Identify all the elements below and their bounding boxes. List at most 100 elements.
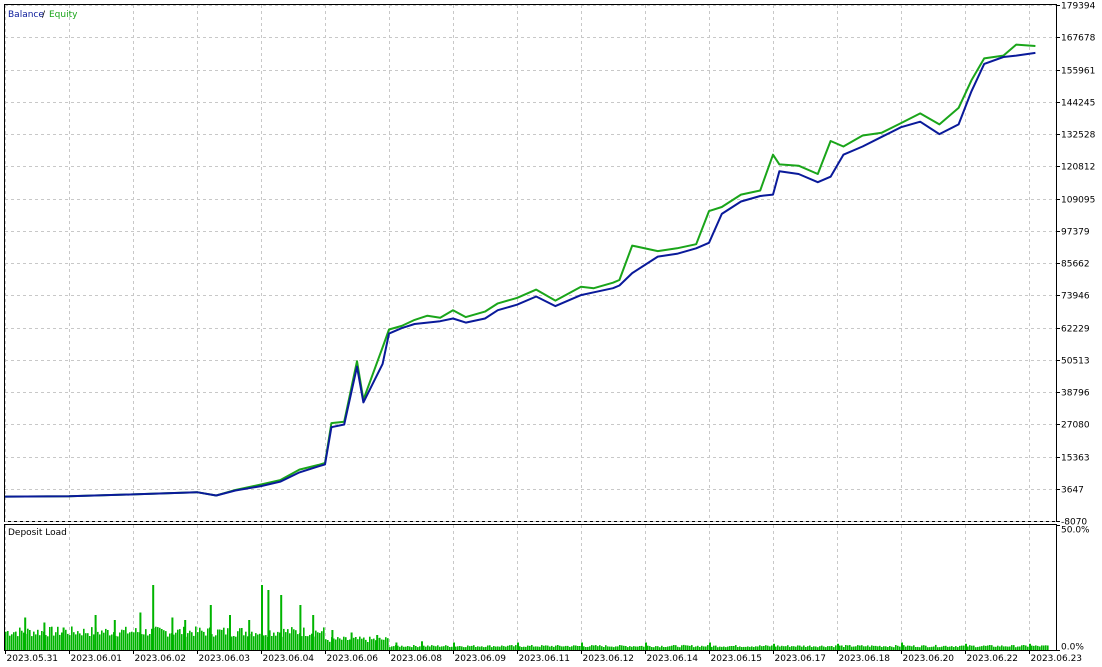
- deposit-load-bar: [945, 645, 947, 650]
- deposit-load-bar: [323, 627, 325, 650]
- deposit-load-bar: [511, 645, 513, 650]
- deposit-load-bar: [913, 645, 915, 650]
- deposit-load-bar: [207, 628, 209, 650]
- deposit-load-bar: [803, 645, 805, 650]
- deposit-load-bar: [667, 646, 669, 650]
- deposit-load-bar: [967, 646, 969, 650]
- deposit-load-bar: [807, 646, 809, 650]
- deposit-load-bar: [693, 647, 695, 650]
- deposit-load-bar: [539, 646, 541, 650]
- deposit-load-bar: [733, 646, 735, 650]
- deposit-load-bar: [29, 630, 31, 650]
- deposit-load-spike: [312, 615, 315, 650]
- deposit-load-bar: [177, 629, 179, 650]
- deposit-load-bar: [109, 635, 111, 650]
- x-tick-label: 2023.06.17: [775, 654, 827, 664]
- deposit-load-bar: [711, 646, 713, 650]
- deposit-load-bar: [969, 645, 971, 650]
- deposit-load-bar: [161, 629, 163, 650]
- deposit-load-spike: [139, 612, 142, 650]
- deposit-load-bar: [997, 645, 999, 650]
- deposit-load-bar: [751, 646, 753, 650]
- deposit-load-bar: [221, 629, 223, 650]
- deposit-load-bar: [329, 641, 331, 650]
- y-tick-label: 132528: [1061, 131, 1096, 141]
- deposit-load-bar: [1001, 645, 1003, 650]
- deposit-load-bar: [67, 633, 69, 650]
- deposit-load-bar: [573, 645, 575, 650]
- deposit-load-bar: [33, 631, 35, 650]
- deposit-load-bar: [647, 645, 649, 650]
- deposit-load-bar: [867, 645, 869, 650]
- deposit-load-bar: [119, 632, 121, 650]
- y-tick-label: 179394: [1061, 2, 1096, 12]
- deposit-load-spike: [24, 617, 27, 650]
- deposit-load-bar: [845, 645, 847, 650]
- x-tick-label: 2023.06.08: [391, 654, 443, 664]
- deposit-load-bar: [957, 647, 959, 650]
- deposit-load-spike: [376, 635, 379, 650]
- deposit-load-bar: [469, 646, 471, 650]
- deposit-load-bar: [531, 645, 533, 650]
- deposit-load-bar: [541, 645, 543, 650]
- deposit-load-spike: [645, 642, 647, 650]
- chart-svg: 179394 167678 155961 144245 132528 120812 1090…: [4, 2, 1096, 664]
- deposit-load-bar: [447, 645, 449, 650]
- deposit-load-bar: [679, 647, 681, 650]
- y-tick-label: 109095: [1061, 196, 1095, 206]
- deposit-load-bar: [753, 647, 755, 650]
- deposit-load-bar: [149, 634, 151, 650]
- deposit-load-bar: [239, 628, 241, 650]
- deposit-load-bar: [639, 646, 641, 650]
- deposit-load-bar: [897, 645, 899, 650]
- y-tick-label: 15363: [1061, 454, 1090, 464]
- deposit-load-bar: [133, 632, 135, 650]
- deposit-load-bar: [831, 646, 833, 650]
- deposit-load-spike: [1029, 643, 1031, 651]
- deposit-load-bar: [37, 629, 39, 650]
- deposit-load-bar: [955, 646, 957, 650]
- deposit-load-bar: [237, 631, 239, 650]
- deposit-load-bar: [839, 645, 841, 650]
- deposit-load-bar: [181, 634, 183, 650]
- deposit-load-bar: [117, 636, 119, 650]
- deposit-load-bar: [277, 631, 279, 650]
- deposit-load-bar: [339, 638, 341, 650]
- deposit-load-bar: [585, 647, 587, 650]
- deposit-load-bar: [243, 635, 245, 650]
- deposit-load-bar: [915, 647, 917, 650]
- deposit-load-bar: [253, 636, 255, 650]
- deposit-load-bar: [607, 646, 609, 650]
- deposit-load-bar: [385, 637, 387, 650]
- deposit-load-bar: [907, 645, 909, 650]
- deposit-load-bar: [1019, 646, 1021, 650]
- deposit-load-bar: [283, 628, 285, 650]
- deposit-load-bar: [579, 646, 581, 650]
- deposit-load-bar: [1035, 645, 1037, 650]
- chart-root: 179394 167678 155961 144245 132528 120812 1090…: [0, 0, 1102, 667]
- deposit-load-bar: [691, 645, 693, 650]
- deposit-load-bar: [49, 627, 51, 650]
- deposit-load-bar: [407, 646, 409, 650]
- deposit-load-bar: [463, 647, 465, 650]
- deposit-load-bar: [903, 645, 905, 650]
- deposit-load-bar: [427, 645, 429, 650]
- deposit-load-bar: [461, 646, 463, 650]
- deposit-load-bar: [423, 645, 425, 650]
- deposit-load-bar: [233, 636, 235, 650]
- deposit-load-bar: [977, 646, 979, 650]
- deposit-load-bar: [1045, 645, 1047, 650]
- deposit-load-bar: [327, 640, 329, 650]
- deposit-load-bar: [525, 646, 527, 650]
- deposit-load-bar: [559, 645, 561, 650]
- deposit-load-bar: [931, 646, 933, 650]
- deposit-load-bar: [195, 626, 197, 650]
- deposit-load-bar: [399, 646, 401, 650]
- deposit-load-bar: [983, 645, 985, 650]
- deposit-load-bar: [565, 645, 567, 650]
- deposit-load-bar: [91, 627, 93, 650]
- deposit-load-bar: [985, 645, 987, 650]
- deposit-load-bar: [307, 636, 309, 650]
- deposit-load-bar: [777, 645, 779, 650]
- deposit-load-bar: [259, 633, 261, 650]
